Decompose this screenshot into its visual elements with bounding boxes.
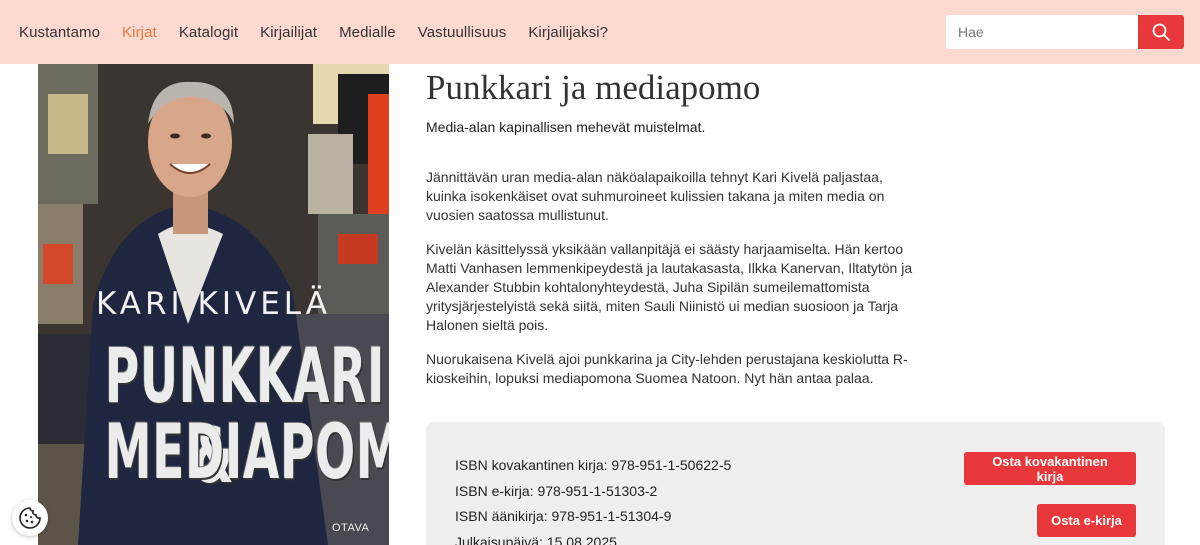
book-subtitle: Media-alan kapinallisen mehevät muistelm… [426,119,706,135]
book-description: Jännittävän uran media-alan näköalapaiko… [426,168,921,403]
release-date: Julkaisupäivä: 15.08.2025 [455,533,617,545]
cookie-settings-button[interactable] [12,500,48,536]
nav-item-vastuullisuus[interactable]: Vastuullisuus [418,24,507,41]
nav-item-kirjailijaksi[interactable]: Kirjailijaksi? [528,24,608,41]
book-title: Punkkari ja mediapomo [426,68,761,107]
buy-ebook-button[interactable]: Osta e-kirja [1037,504,1136,537]
isbn-hardcover: ISBN kovakantinen kirja: 978-951-1-50622… [455,457,732,473]
nav-item-kustantamo[interactable]: Kustantamo [19,24,100,41]
book-cover: KARI KIVELÄ PUNKKARI & MEDIAPOMO OTAVA [38,64,389,545]
site-header: Kustantamo Kirjat Katalogit Kirjailijat … [0,0,1200,64]
nav-item-kirjailijat[interactable]: Kirjailijat [260,24,317,41]
search-icon [1152,23,1170,41]
cover-publisher: OTAVA [332,522,370,534]
nav-item-kirjat[interactable]: Kirjat [122,24,157,41]
nav-item-medialle[interactable]: Medialle [339,24,396,41]
search-bar [946,15,1184,49]
nav-item-katalogit[interactable]: Katalogit [179,24,238,41]
description-paragraph: Kivelän käsittelyssä yksikään vallanpitä… [426,241,913,333]
book-info-box: ISBN kovakantinen kirja: 978-951-1-50622… [426,422,1165,545]
cover-author: KARI KIVELÄ [96,286,331,322]
search-button[interactable] [1138,15,1184,49]
main-nav: Kustantamo Kirjat Katalogit Kirjailijat … [19,24,630,41]
isbn-ebook: ISBN e-kirja: 978-951-1-51303-2 [455,482,658,499]
description-paragraph: Jännittävän uran media-alan näköalapaiko… [426,169,885,223]
cookie-icon [19,507,41,529]
cover-title-line2: MEDIAPOMO [104,407,389,496]
buy-hardcover-button[interactable]: Osta kovakantinen kirja [964,452,1136,485]
book-info-list: ISBN kovakantinen kirja: 978-951-1-50622… [455,456,731,545]
description-paragraph: Nuorukaisena Kivelä ajoi punkkarina ja C… [426,351,908,386]
isbn-audiobook: ISBN äänikirja: 978-951-1-51304-9 [455,508,672,524]
search-input[interactable] [946,15,1138,49]
